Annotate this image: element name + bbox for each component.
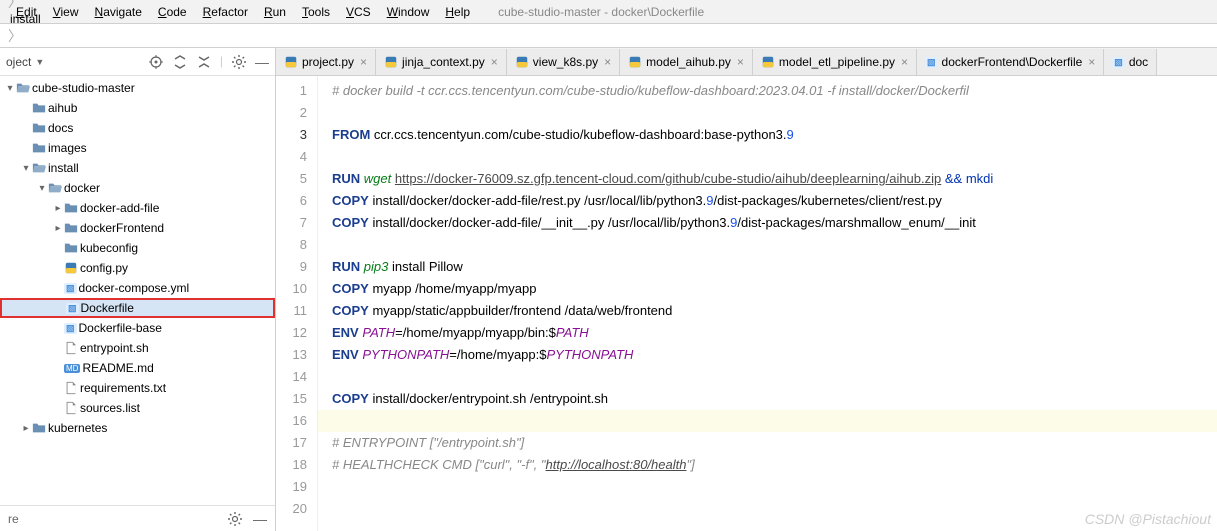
menu-vcs[interactable]: VCS	[338, 3, 379, 21]
tree-arrow[interactable]: ▸	[20, 423, 32, 434]
menu-navigate[interactable]: Navigate	[87, 3, 150, 21]
tree-item-docker-compose-yml[interactable]: ▧docker-compose.yml	[0, 278, 275, 298]
code-editor[interactable]: 1234567891011121314151617181920 # docker…	[276, 76, 1217, 531]
tree-item-requirements-txt[interactable]: requirements.txt	[0, 378, 275, 398]
tab-label: view_k8s.py	[533, 55, 598, 69]
tab-project-py[interactable]: project.py ×	[276, 49, 376, 75]
gear-icon[interactable]	[231, 54, 247, 70]
tree-label: sources.list	[80, 401, 140, 415]
tab-label: model_etl_pipeline.py	[779, 55, 895, 69]
tab-dockerfrontend-dockerfile[interactable]: ▧dockerFrontend\Dockerfile×	[917, 49, 1104, 75]
line-gutter: 1234567891011121314151617181920	[276, 76, 318, 531]
tree-item-dockerfrontend[interactable]: ▸ dockerFrontend	[0, 218, 275, 238]
tree-label: docker	[64, 181, 100, 195]
tree-item-cube-studio-master[interactable]: ▾ cube-studio-master	[0, 78, 275, 98]
tree-item-images[interactable]: images	[0, 138, 275, 158]
tree-label: kubernetes	[48, 421, 107, 435]
tree-item-dockerfile-base[interactable]: ▧Dockerfile-base	[0, 318, 275, 338]
menu-help[interactable]: Help	[437, 3, 478, 21]
tab-doc[interactable]: ▧doc	[1104, 49, 1157, 75]
tree-label: docker-compose.yml	[79, 281, 190, 295]
tree-arrow[interactable]: ▸	[52, 203, 64, 214]
close-icon[interactable]: ×	[491, 55, 498, 69]
tab-jinja-context-py[interactable]: jinja_context.py ×	[376, 49, 507, 75]
tree-item-docker[interactable]: ▾ docker	[0, 178, 275, 198]
menu-tools[interactable]: Tools	[294, 3, 338, 21]
tree-label: docs	[48, 121, 73, 135]
project-sidebar: oject ▼ | — ▾ cube-studio-master aihub docs…	[0, 48, 276, 531]
close-icon[interactable]: ×	[737, 55, 744, 69]
tree-label: cube-studio-master	[32, 81, 135, 95]
tab-model-etl-pipeline-py[interactable]: model_etl_pipeline.py ×	[753, 49, 917, 75]
tree-label: kubeconfig	[80, 241, 138, 255]
collapse-icon[interactable]	[196, 54, 212, 70]
tree-label: requirements.txt	[80, 381, 166, 395]
sidebar-title: oject	[6, 55, 31, 69]
divider: |	[220, 54, 223, 70]
tab-label: dockerFrontend\Dockerfile	[942, 55, 1083, 69]
tree-item-kubeconfig[interactable]: kubeconfig	[0, 238, 275, 258]
breadcrumb-bar: dio-master〉install〉docker〉▧ Dockerfile	[0, 24, 1217, 48]
tree-label: entrypoint.sh	[80, 341, 149, 355]
sidebar-toolbar: oject ▼ | —	[0, 48, 275, 76]
hide-icon[interactable]: —	[253, 511, 267, 527]
tree-arrow[interactable]: ▸	[52, 223, 64, 234]
tree-label: docker-add-file	[80, 201, 159, 215]
tree-item-docker-add-file[interactable]: ▸ docker-add-file	[0, 198, 275, 218]
menu-run[interactable]: Run	[256, 3, 294, 21]
tree-item-readme-md[interactable]: MDREADME.md	[0, 358, 275, 378]
tree-item-entrypoint-sh[interactable]: entrypoint.sh	[0, 338, 275, 358]
close-icon[interactable]: ×	[1088, 55, 1095, 69]
tree-arrow[interactable]: ▾	[20, 163, 32, 174]
tab-view-k8s-py[interactable]: view_k8s.py ×	[507, 49, 620, 75]
tab-label: jinja_context.py	[402, 55, 485, 69]
menu-window[interactable]: Window	[379, 3, 438, 21]
tree-item-install[interactable]: ▾ install	[0, 158, 275, 178]
tree-label: config.py	[80, 261, 128, 275]
tree-arrow[interactable]: ▾	[4, 83, 16, 94]
hide-icon[interactable]: —	[255, 54, 269, 70]
menu-code[interactable]: Code	[150, 3, 195, 21]
tree-item-docs[interactable]: docs	[0, 118, 275, 138]
tab-label: doc	[1129, 55, 1148, 69]
tree-label: README.md	[82, 361, 153, 375]
tree-item-aihub[interactable]: aihub	[0, 98, 275, 118]
tree-item-sources-list[interactable]: sources.list	[0, 398, 275, 418]
tree-label: Dockerfile-base	[79, 321, 162, 335]
gear-icon[interactable]	[227, 511, 243, 527]
editor-tabs: project.py × jinja_context.py × view_k8s.py ×…	[276, 48, 1217, 76]
menu-refactor[interactable]: Refactor	[195, 3, 256, 21]
tree-label: dockerFrontend	[80, 221, 164, 235]
menu-bar: EditViewNavigateCodeRefactorRunToolsVCSW…	[0, 0, 1217, 24]
tab-model-aihub-py[interactable]: model_aihub.py ×	[620, 49, 753, 75]
sidebar-footer: re —	[0, 505, 275, 531]
editor-area: project.py × jinja_context.py × view_k8s.py ×…	[276, 48, 1217, 531]
target-icon[interactable]	[148, 54, 164, 70]
dropdown-icon[interactable]: ▼	[35, 57, 44, 67]
project-tree[interactable]: ▾cube-studio-masteraihubdocsimages▾insta…	[0, 76, 275, 505]
tree-label: install	[48, 161, 79, 175]
tree-item-kubernetes[interactable]: ▸ kubernetes	[0, 418, 275, 438]
tree-arrow[interactable]: ▾	[36, 183, 48, 194]
tab-label: project.py	[302, 55, 354, 69]
tree-label: Dockerfile	[81, 301, 134, 315]
tree-label: images	[48, 141, 87, 155]
code-content[interactable]: # docker build -t ccr.ccs.tencentyun.com…	[318, 76, 1217, 531]
tree-item-config-py[interactable]: config.py	[0, 258, 275, 278]
close-icon[interactable]: ×	[604, 55, 611, 69]
tab-label: model_aihub.py	[646, 55, 731, 69]
window-title: cube-studio-master - docker\Dockerfile	[498, 5, 704, 19]
close-icon[interactable]: ×	[901, 55, 908, 69]
tree-label: aihub	[48, 101, 77, 115]
expand-icon[interactable]	[172, 54, 188, 70]
breadcrumb-item[interactable]: install	[6, 12, 83, 26]
close-icon[interactable]: ×	[360, 55, 367, 69]
tree-item-dockerfile[interactable]: ▧Dockerfile	[0, 298, 275, 318]
